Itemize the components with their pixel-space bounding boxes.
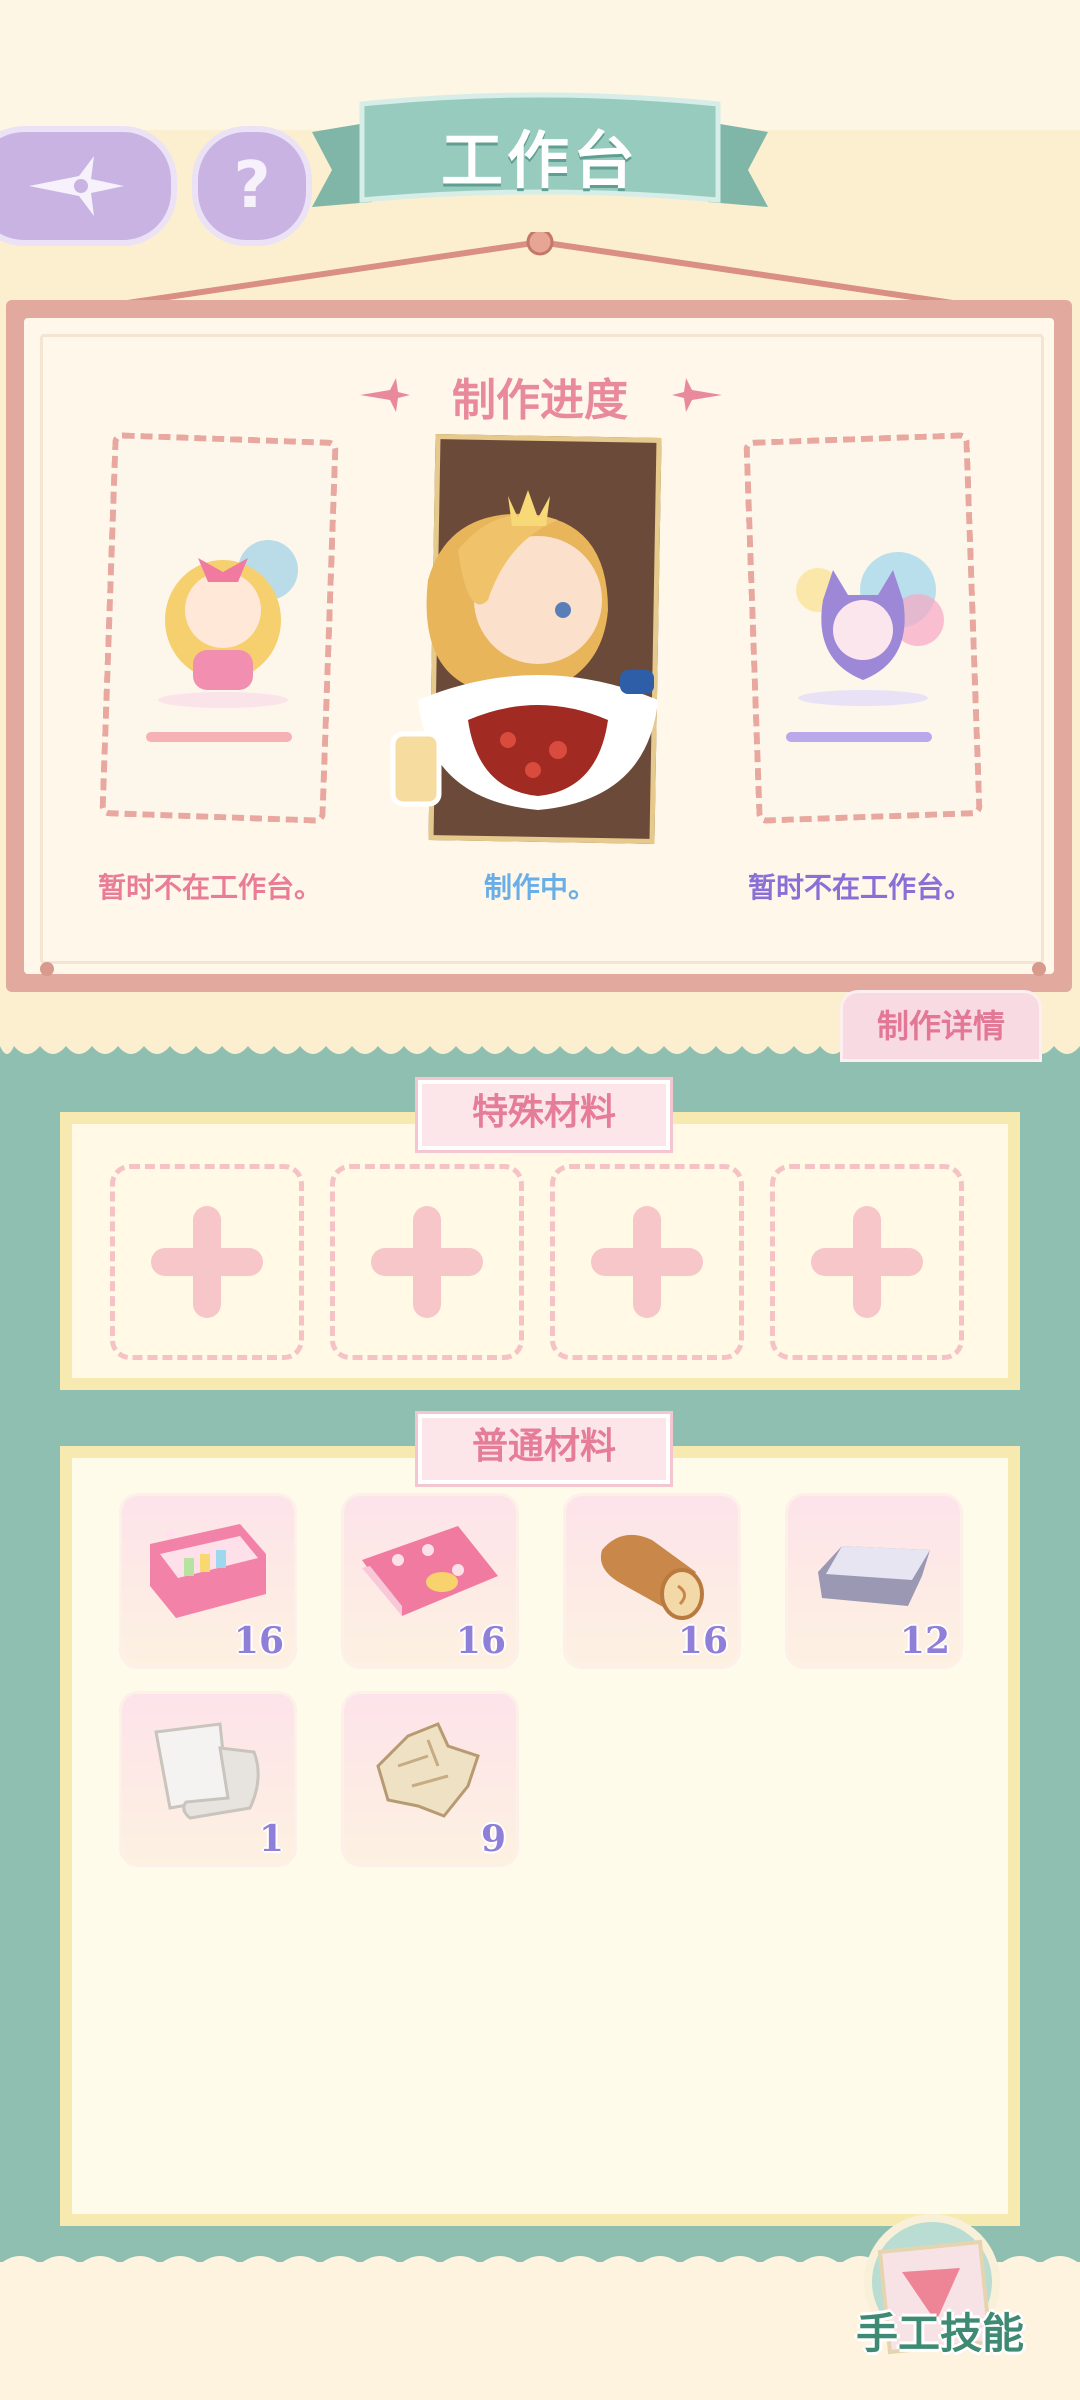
chibi-girl-blonde-icon (158, 540, 298, 708)
help-button[interactable]: ? (192, 126, 312, 246)
plus-icon (371, 1206, 483, 1318)
craft-skill-button[interactable]: 手工技能 (830, 2300, 1050, 2361)
plus-icon (591, 1206, 703, 1318)
special-materials-title: 特殊材料 (418, 1080, 670, 1150)
chibi-girl-cat-hood-icon (796, 552, 944, 706)
plus-icon (151, 1206, 263, 1318)
sparkle-deco-icon (672, 378, 722, 412)
special-material-add-slot-3[interactable] (550, 1164, 744, 1360)
silver-ingot-icon (818, 1546, 930, 1606)
item-count: 9 (480, 1818, 506, 1860)
plus-icon (811, 1206, 923, 1318)
item-count: 12 (899, 1620, 950, 1662)
fur-pelt-icon (376, 1722, 480, 1818)
frame-nail (40, 962, 54, 976)
help-icon: ? (233, 149, 271, 223)
craft-detail-button[interactable]: 制作详情 (840, 990, 1042, 1062)
item-count: 16 (455, 1620, 506, 1662)
material-item-fur-pelt[interactable]: 9 (344, 1694, 516, 1864)
white-cloth-icon (154, 1722, 260, 1820)
material-item-silver-ingot[interactable]: 12 (788, 1496, 960, 1666)
sparkle-deco-icon (360, 378, 410, 412)
material-item-polka-fabric[interactable]: 16 (344, 1496, 516, 1666)
material-item-white-cloth[interactable]: 1 (122, 1694, 294, 1864)
slot-2-status: 制作中。 (483, 871, 596, 904)
item-count: 16 (233, 1620, 284, 1662)
slot-3-status: 暂时不在工作台。 (747, 871, 972, 904)
back-button[interactable] (0, 126, 177, 246)
frame-nail (1032, 962, 1046, 976)
polka-fabric-icon (362, 1526, 498, 1616)
wood-log-icon (600, 1534, 704, 1620)
special-material-add-slot-2[interactable] (330, 1164, 524, 1360)
shuriken-back-icon (28, 156, 124, 216)
slot-1-status: 暂时不在工作台。 (97, 871, 322, 904)
special-material-add-slot-1[interactable] (110, 1164, 304, 1360)
material-item-sewing-box[interactable]: 16 (122, 1496, 294, 1666)
special-material-add-slot-4[interactable] (770, 1164, 964, 1360)
item-count: 16 (677, 1620, 728, 1662)
page-title: 工作台 (440, 124, 639, 197)
normal-materials-title: 普通材料 (418, 1414, 670, 1484)
material-item-wood-log[interactable]: 16 (566, 1496, 738, 1666)
sewing-box-icon (150, 1524, 266, 1618)
crafting-character-icon (390, 490, 658, 810)
item-count: 1 (258, 1818, 284, 1860)
